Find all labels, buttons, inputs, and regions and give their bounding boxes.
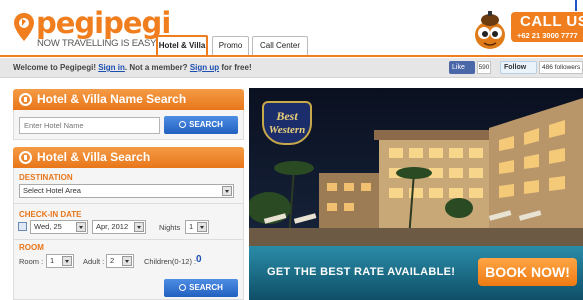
chevron-down-icon [197, 222, 207, 232]
nav-underline [0, 55, 583, 57]
hotel-icon [19, 93, 32, 106]
facebook-like-label: Like [452, 64, 465, 71]
checkin-day-select[interactable]: Wed, 25 [30, 220, 88, 234]
hotel-icon [19, 151, 32, 164]
checkin-day-value: Wed, 25 [34, 222, 62, 231]
pegipegi-logo[interactable]: pegipegi NOW TRAVELLING IS EASY [13, 7, 171, 53]
villa-search-header: Hotel & Villa Search [13, 147, 244, 168]
tab-hotel-villa[interactable]: Hotel & Villa [156, 35, 208, 55]
sign-up-link[interactable]: Sign up [190, 63, 219, 72]
room-select[interactable]: 1 [46, 254, 74, 268]
brand-line-2: Western [268, 124, 306, 136]
chevron-down-icon [134, 222, 144, 232]
edge-marker [575, 0, 577, 11]
children-label: Children(0-12) : [144, 257, 197, 266]
name-search-button[interactable]: SEARCH [164, 116, 238, 134]
room-value: 1 [50, 256, 55, 265]
brand-line-1: Best [276, 109, 298, 123]
chevron-down-icon [62, 256, 72, 266]
welcome-message: Welcome to Pegipegi! Sign in. Not a memb… [13, 63, 252, 72]
nights-select[interactable]: 1 [185, 220, 209, 234]
banner-cta-text: GET THE BEST RATE AVAILABLE! [267, 266, 456, 278]
adult-select[interactable]: 2 [106, 254, 134, 268]
chevron-down-icon [222, 186, 232, 196]
book-now-button[interactable]: BOOK NOW! [478, 258, 577, 286]
chevron-down-icon [122, 256, 132, 266]
logo-tagline: NOW TRAVELLING IS EASY [37, 38, 157, 49]
destination-select[interactable]: Select Hotel Area [19, 184, 234, 198]
checkin-month-select[interactable]: Apr, 2012 [92, 220, 146, 234]
nights-value: 1 [189, 222, 194, 231]
location-pin-icon [14, 13, 34, 41]
search-icon [179, 121, 187, 128]
adult-value: 2 [110, 256, 115, 265]
facebook-like-count: 590 [477, 61, 491, 74]
divider [13, 239, 244, 240]
villa-search-title: Hotel & Villa Search [37, 150, 151, 164]
name-search-button-label: SEARCH [189, 120, 223, 129]
welcome-prefix: Welcome to Pegipegi! [13, 63, 96, 72]
sign-in-link[interactable]: Sign in [98, 63, 125, 72]
twitter-follower-count: 486 followers [539, 61, 583, 74]
tab-call-center[interactable]: Call Center [252, 36, 308, 55]
checkin-label: CHECK-IN DATE [19, 210, 82, 219]
name-search-header: Hotel & Villa Name Search [13, 89, 244, 110]
children-count[interactable]: 0 [196, 254, 202, 265]
room-section-label: ROOM [19, 243, 44, 252]
site-header: pegipegi NOW TRAVELLING IS EASY Hotel & … [0, 0, 583, 58]
facebook-like-button[interactable]: Like [449, 61, 475, 74]
welcome-bar: Welcome to Pegipegi! Sign in. Not a memb… [0, 58, 583, 78]
welcome-suffix: for free! [221, 63, 252, 72]
villa-search-button[interactable]: SEARCH [164, 279, 238, 297]
nights-label: Nights [159, 223, 181, 232]
chevron-down-icon [76, 222, 86, 232]
destination-value: Select Hotel Area [23, 186, 81, 195]
twitter-follow-button[interactable]: Follow [500, 61, 537, 74]
promo-banner[interactable]: Best Western GET THE BEST RATE AVAILABLE… [249, 88, 583, 300]
best-western-logo: Best Western [262, 101, 312, 145]
twitter-follow-label: Follow [504, 64, 527, 71]
call-us-banner[interactable]: CALL US +62 21 3000 7777 [511, 12, 583, 42]
name-search-title: Hotel & Villa Name Search [37, 92, 187, 106]
hotel-name-input[interactable] [19, 117, 160, 134]
tab-promo[interactable]: Promo [212, 36, 249, 55]
call-us-title: CALL US [520, 13, 583, 30]
adult-label: Adult : [83, 257, 105, 266]
villa-search-button-label: SEARCH [189, 283, 223, 292]
search-icon [179, 284, 187, 291]
destination-label: DESTINATION [19, 173, 73, 182]
welcome-middle: . Not a member? [124, 63, 188, 72]
call-us-number: +62 21 3000 7777 [517, 31, 578, 40]
room-label: Room : [19, 257, 44, 266]
divider [13, 203, 244, 204]
checkin-month-value: Apr, 2012 [96, 222, 129, 231]
calendar-icon[interactable] [18, 222, 27, 231]
mascot-icon [475, 11, 505, 49]
logo-wordmark: pegipegi [36, 6, 171, 40]
